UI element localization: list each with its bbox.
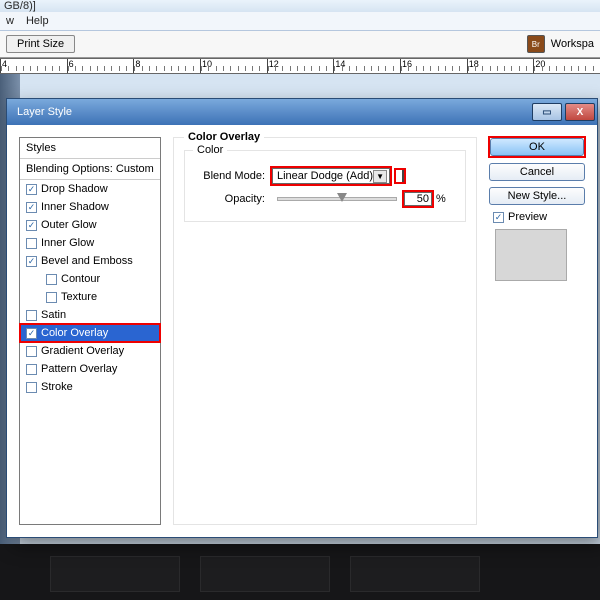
style-row-inner-glow[interactable]: Inner Glow	[20, 234, 160, 252]
blend-mode-select[interactable]: Linear Dodge (Add)	[272, 168, 390, 184]
style-checkbox[interactable]	[26, 256, 37, 267]
style-checkbox[interactable]	[26, 346, 37, 357]
workspace-label: Workspa	[551, 38, 594, 50]
style-label: Stroke	[41, 381, 73, 393]
style-checkbox[interactable]	[46, 292, 57, 303]
opacity-unit: %	[436, 193, 446, 205]
workspace-switcher[interactable]: Br Workspa	[527, 35, 594, 53]
cancel-button[interactable]: Cancel	[489, 163, 585, 181]
dialog-title: Layer Style	[17, 106, 529, 118]
canvas-brick	[200, 556, 330, 592]
style-checkbox[interactable]	[26, 220, 37, 231]
style-checkbox[interactable]	[26, 364, 37, 375]
style-checkbox[interactable]	[26, 328, 37, 339]
style-row-drop-shadow[interactable]: Drop Shadow	[20, 180, 160, 198]
dialog-titlebar[interactable]: Layer Style ▭ X	[7, 99, 597, 125]
preview-swatch	[495, 229, 567, 281]
ruler-tick	[67, 59, 134, 73]
opacity-label: Opacity:	[193, 193, 271, 205]
style-row-color-overlay[interactable]: Color Overlay	[20, 324, 160, 342]
style-row-bevel-and-emboss[interactable]: Bevel and Emboss	[20, 252, 160, 270]
styles-list: Styles Blending Options: Custom Drop Sha…	[19, 137, 161, 525]
blend-mode-label: Blend Mode:	[193, 170, 271, 182]
menu-bar: w Help	[0, 12, 600, 31]
style-checkbox[interactable]	[46, 274, 57, 285]
style-label: Gradient Overlay	[41, 345, 124, 357]
styles-header[interactable]: Styles	[20, 138, 160, 159]
style-row-outer-glow[interactable]: Outer Glow	[20, 216, 160, 234]
style-label: Inner Shadow	[41, 201, 109, 213]
title-bar-fragment: GB/8)]	[0, 0, 600, 12]
style-checkbox[interactable]	[26, 184, 37, 195]
ok-button[interactable]: OK	[490, 138, 584, 156]
opacity-input[interactable]	[404, 192, 432, 206]
canvas-brick	[350, 556, 480, 592]
opacity-row: Opacity: %	[193, 191, 457, 207]
preview-checkbox[interactable]	[493, 212, 504, 223]
blending-options-row[interactable]: Blending Options: Custom	[20, 159, 160, 180]
style-row-satin[interactable]: Satin	[20, 306, 160, 324]
style-label: Drop Shadow	[41, 183, 108, 195]
toolbar: Print Size Br Workspa	[0, 31, 600, 58]
preview-label: Preview	[508, 211, 547, 223]
style-label: Contour	[61, 273, 100, 285]
style-row-texture[interactable]: Texture	[20, 288, 160, 306]
style-row-contour[interactable]: Contour	[20, 270, 160, 288]
bridge-icon[interactable]: Br	[527, 35, 545, 53]
settings-panel: Color Overlay Color Blend Mode: Linear D…	[173, 137, 477, 525]
ruler-tick	[400, 59, 467, 73]
ruler-tick	[333, 59, 400, 73]
ruler-tick	[267, 59, 334, 73]
color-group-title: Color	[193, 144, 227, 156]
style-checkbox[interactable]	[26, 310, 37, 321]
style-label: Outer Glow	[41, 219, 97, 231]
style-label: Satin	[41, 309, 66, 321]
layer-style-dialog: Layer Style ▭ X Styles Blending Options:…	[6, 98, 598, 538]
style-checkbox[interactable]	[26, 382, 37, 393]
style-row-stroke[interactable]: Stroke	[20, 378, 160, 396]
style-checkbox[interactable]	[26, 202, 37, 213]
ruler-tick	[467, 59, 534, 73]
preview-toggle[interactable]: Preview	[489, 211, 585, 223]
ruler-tick	[200, 59, 267, 73]
canvas-brick	[50, 556, 180, 592]
style-label: Bevel and Emboss	[41, 255, 133, 267]
ruler-tick	[133, 59, 200, 73]
overlay-color-swatch[interactable]	[402, 169, 404, 183]
style-row-inner-shadow[interactable]: Inner Shadow	[20, 198, 160, 216]
horizontal-ruler	[0, 58, 600, 74]
style-row-gradient-overlay[interactable]: Gradient Overlay	[20, 342, 160, 360]
opacity-slider[interactable]	[277, 197, 397, 201]
maximize-button[interactable]: ▭	[532, 103, 562, 121]
style-label: Texture	[61, 291, 97, 303]
ruler-tick	[0, 59, 67, 73]
dialog-buttons: OK Cancel New Style... Preview	[489, 137, 585, 525]
ruler-tick	[533, 59, 600, 73]
style-row-pattern-overlay[interactable]: Pattern Overlay	[20, 360, 160, 378]
close-button[interactable]: X	[565, 103, 595, 121]
style-label: Color Overlay	[41, 327, 108, 339]
style-checkbox[interactable]	[26, 238, 37, 249]
print-size-button[interactable]: Print Size	[6, 35, 75, 53]
slider-thumb-icon[interactable]	[337, 193, 347, 202]
style-label: Pattern Overlay	[41, 363, 117, 375]
canvas-dark-area	[0, 544, 600, 600]
panel-title: Color Overlay	[184, 131, 264, 143]
menu-view-fragment[interactable]: w	[6, 15, 14, 27]
menu-help[interactable]: Help	[26, 15, 49, 27]
blend-mode-row: Blend Mode: Linear Dodge (Add)	[193, 167, 457, 185]
color-group: Color Blend Mode: Linear Dodge (Add) Opa…	[184, 150, 466, 222]
style-label: Inner Glow	[41, 237, 94, 249]
new-style-button[interactable]: New Style...	[489, 187, 585, 205]
